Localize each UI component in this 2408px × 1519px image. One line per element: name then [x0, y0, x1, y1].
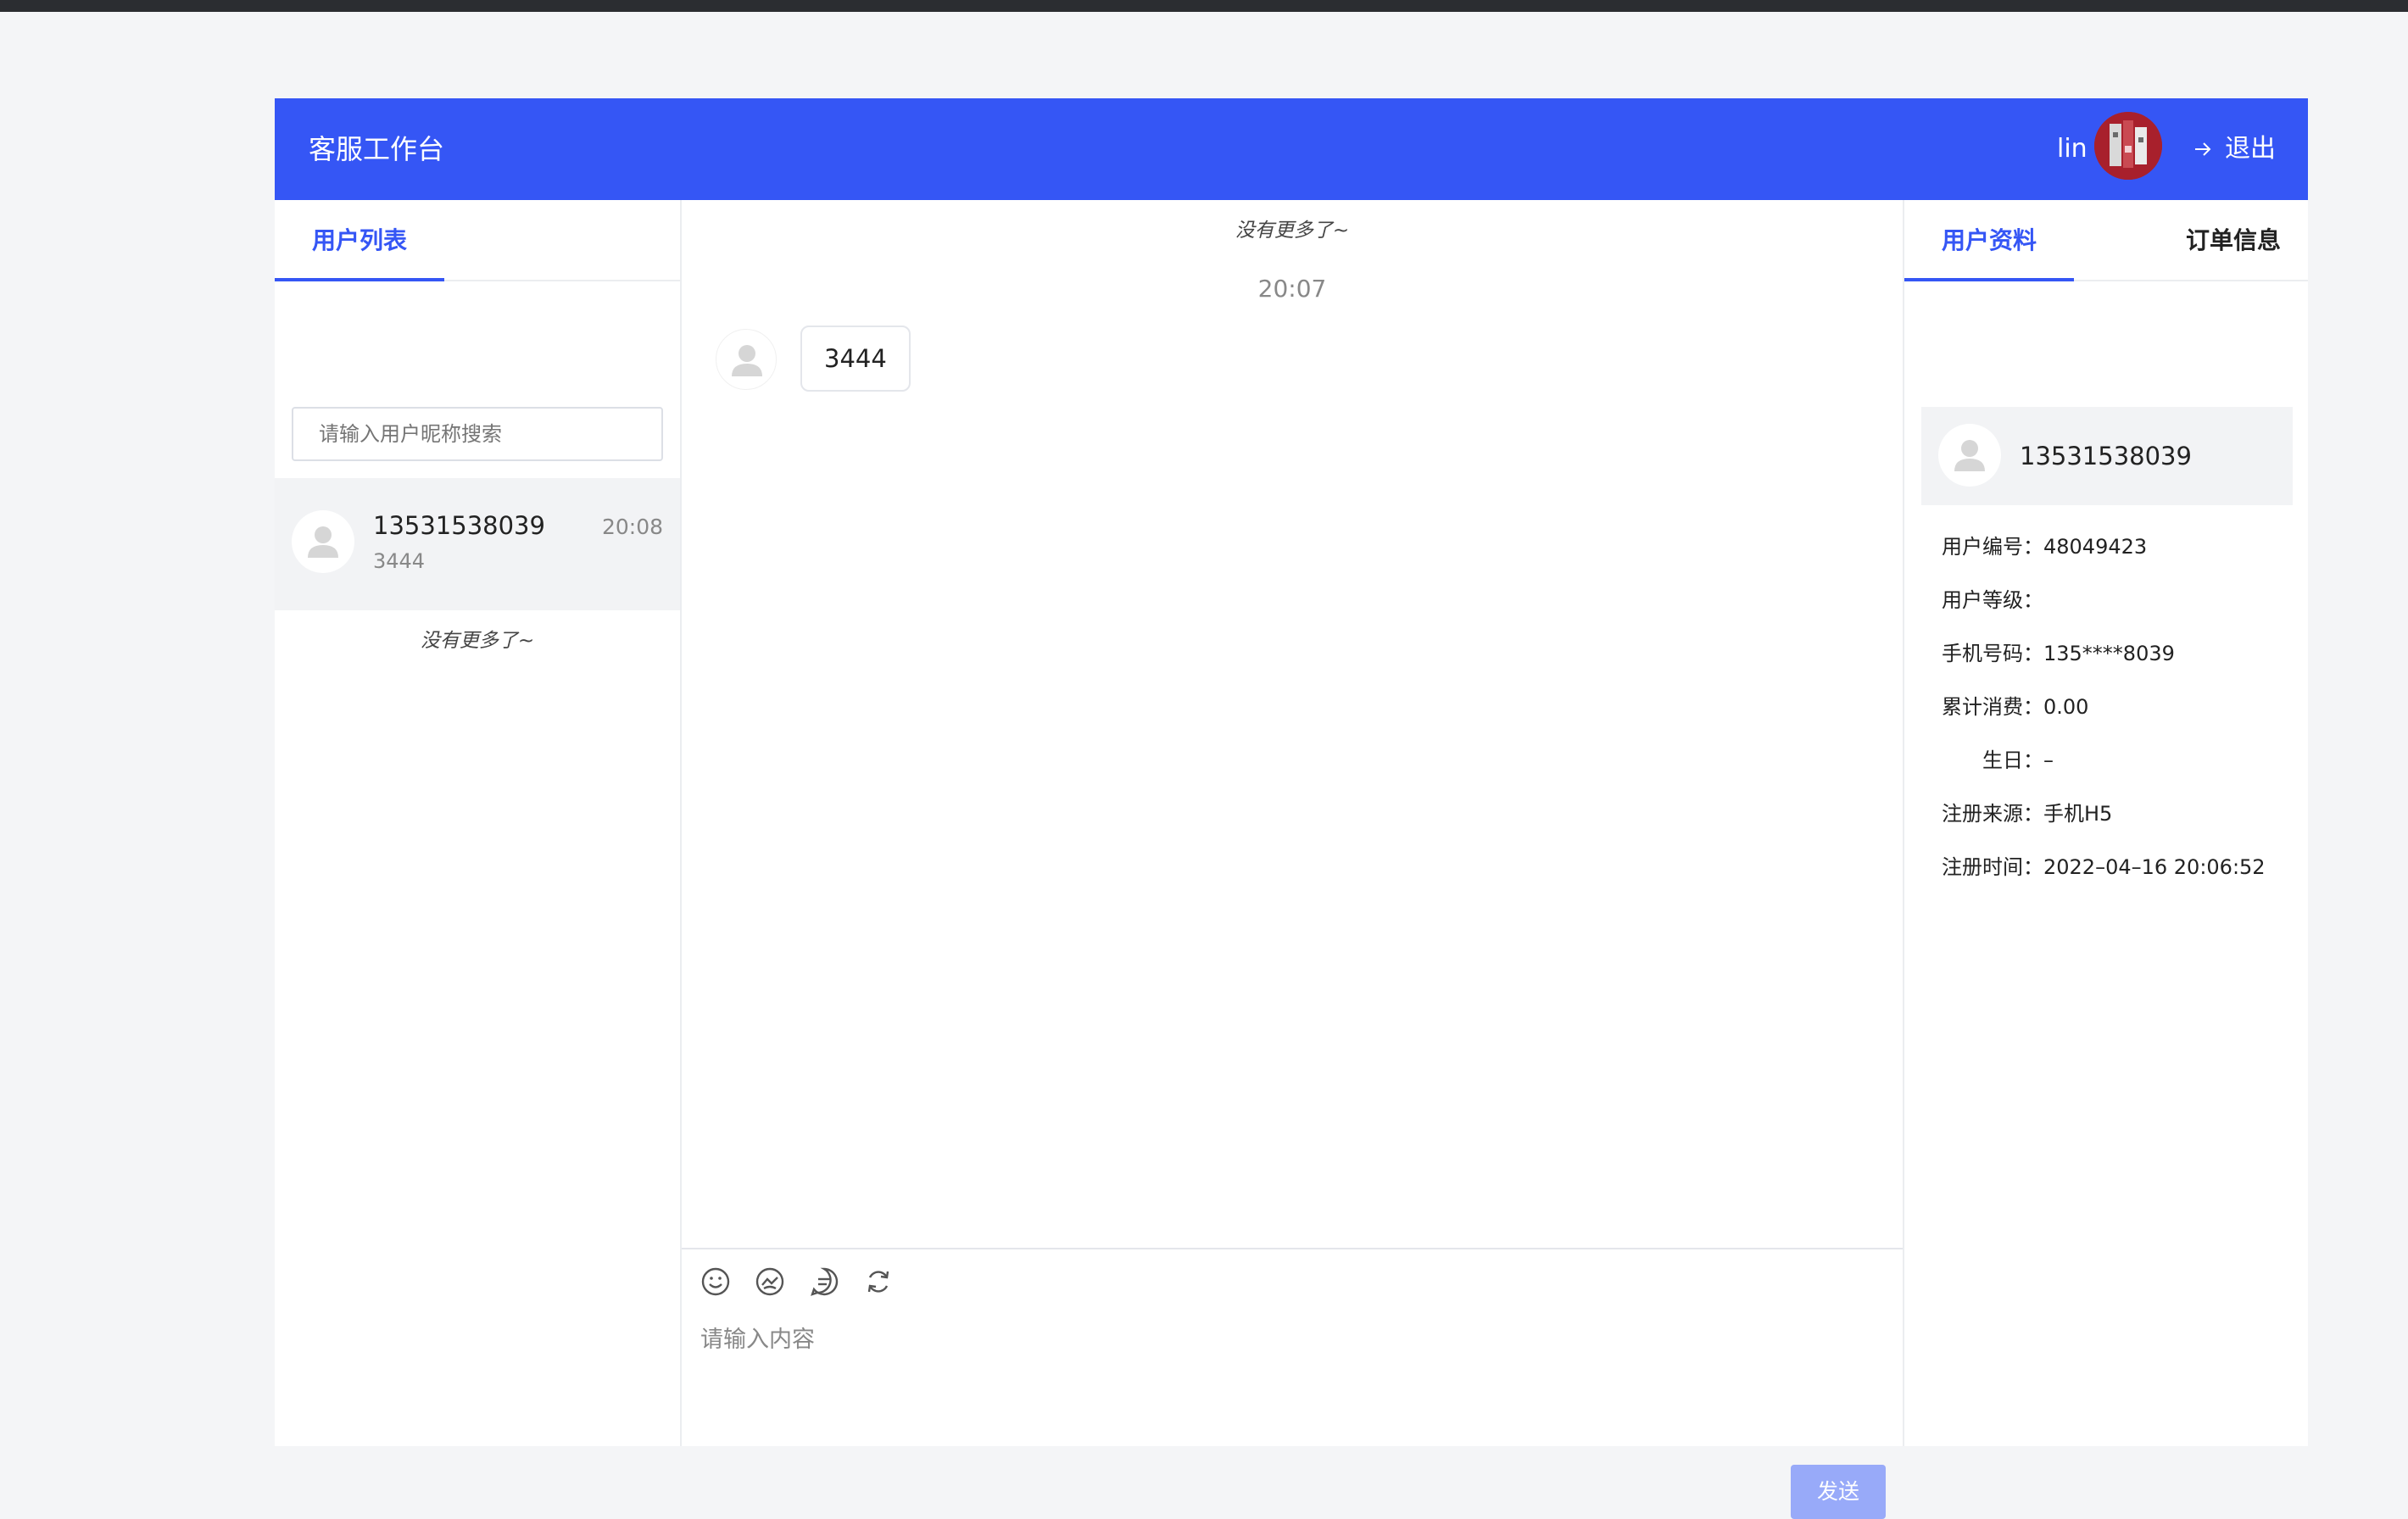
info-birthday: 生日：– [1904, 746, 2054, 775]
info-label: 用户编号： [1942, 535, 2043, 559]
info-user-id: 用户编号：48049423 [1904, 532, 2147, 561]
refresh-icon[interactable] [861, 1265, 895, 1299]
message-timestamp: 20:07 [1257, 275, 1327, 303]
profile-tabbar: 用户资料 订单信息 [1904, 200, 2308, 281]
composer-toolbar [699, 1265, 916, 1299]
info-label: 用户等级： [1942, 588, 2043, 612]
chat-panel: 没有更多了~ 20:07 3444 请输入内容 发送 [682, 200, 1904, 1519]
info-label: 生日： [1982, 748, 2043, 772]
info-value: 48049423 [2043, 535, 2148, 559]
user-profile-panel: 用户资料 订单信息 13531538039 用户编号：48049423 用户等级… [1904, 200, 2308, 1446]
info-label: 手机号码： [1942, 642, 2043, 665]
send-button[interactable]: 发送 [1791, 1465, 1886, 1519]
default-avatar-icon [716, 329, 777, 390]
user-list-tabbar: 用户列表 [275, 200, 680, 281]
info-value: – [2043, 748, 2054, 772]
info-total-spend: 累计消费：0.00 [1904, 693, 2088, 721]
smile-icon[interactable] [699, 1265, 733, 1299]
tab-user-list[interactable]: 用户列表 [275, 200, 444, 281]
user-search-input[interactable] [292, 407, 663, 461]
default-avatar-icon [292, 510, 354, 573]
quick-reply-icon[interactable] [807, 1265, 841, 1299]
info-user-level: 用户等级： [1904, 586, 2043, 615]
active-tab-indicator [1904, 278, 2074, 281]
no-more-messages: 没有更多了~ [1235, 220, 1350, 242]
message-composer: 请输入内容 发送 [682, 1248, 1903, 1519]
app-title: 客服工作台 [309, 133, 445, 165]
info-register-time: 注册时间：2022–04–16 20:06:52 [1904, 853, 2266, 882]
last-message-time: 20:08 [601, 515, 663, 539]
active-tab-indicator [275, 278, 444, 281]
info-label: 累计消费： [1942, 695, 2043, 719]
tab-order-info[interactable]: 订单信息 [2159, 200, 2308, 281]
avatar-image-icon [2094, 112, 2162, 180]
message-input[interactable]: 请输入内容 [700, 1321, 815, 1354]
list-item[interactable]: 13531538039 20:08 3444 [275, 478, 680, 610]
info-value: 手机H5 [2043, 802, 2113, 826]
info-value: 2022–04–16 20:06:52 [2043, 855, 2266, 879]
arrow-right-icon [2195, 142, 2211, 156]
customer-service-app: 客服工作台 lin 退出 用户列表 请输入用户昵称搜索 13531538039 … [275, 98, 2308, 1519]
app-header: 客服工作台 lin 退出 [275, 98, 2308, 200]
info-label: 注册时间： [1942, 855, 2043, 879]
info-value: 0.00 [2043, 695, 2089, 719]
info-phone: 手机号码：135****8039 [1904, 639, 2175, 668]
tab-user-profile[interactable]: 用户资料 [1904, 200, 2074, 281]
browser-top-strip [0, 0, 2408, 12]
user-name: 13531538039 [373, 511, 545, 540]
last-message-preview: 3444 [373, 549, 426, 573]
profile-card: 13531538039 [1921, 407, 2293, 505]
info-register-source: 注册来源：手机H5 [1904, 799, 2112, 828]
info-label: 注册来源： [1942, 802, 2043, 826]
user-list-panel: 用户列表 13531538039 20:08 3444 没有更多了~ [275, 200, 682, 1446]
sticker-icon[interactable] [753, 1265, 787, 1299]
default-avatar-icon [1938, 424, 2001, 487]
current-username: lin [2057, 134, 2087, 164]
logout-label: 退出 [2225, 134, 2276, 164]
message-bubble: 3444 [800, 326, 911, 392]
info-value: 135****8039 [2043, 642, 2175, 665]
logout-button[interactable]: 退出 [2193, 131, 2276, 168]
no-more-users: 没有更多了~ [420, 630, 535, 652]
profile-name: 13531538039 [2020, 442, 2192, 470]
user-avatar[interactable] [2094, 112, 2162, 180]
